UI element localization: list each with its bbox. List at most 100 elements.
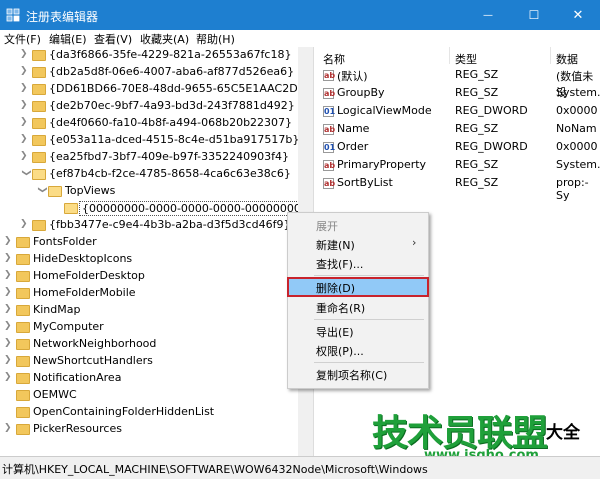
menu-item-export[interactable]: 导出(E) xyxy=(288,322,428,340)
status-path: 计算机\HKEY_LOCAL_MACHINE\SOFTWARE\WOW6432N… xyxy=(2,463,428,476)
expand-arrow-icon[interactable]: ❯ xyxy=(20,100,30,112)
tree-item-label: {ef87b4cb-f2ce-4785-8658-4ca6c63e38c6} xyxy=(49,167,291,180)
menu-item-delete[interactable]: 删除(D) xyxy=(287,277,429,297)
value-type: REG_SZ xyxy=(455,158,499,171)
menu-item-label: 新建(N) xyxy=(316,239,355,252)
folder-icon xyxy=(32,152,46,163)
minimize-button[interactable]: — xyxy=(466,0,510,30)
menu-item-find[interactable]: 查找(F)... xyxy=(288,254,428,272)
expand-arrow-icon[interactable]: ❯ xyxy=(4,270,14,282)
folder-open-icon xyxy=(64,203,78,214)
status-bar: 计算机\HKEY_LOCAL_MACHINE\SOFTWARE\WOW6432N… xyxy=(0,456,600,479)
folder-icon xyxy=(16,254,30,265)
expand-arrow-icon[interactable]: ❯ xyxy=(20,117,30,129)
expand-arrow-icon[interactable]: ❯ xyxy=(4,253,14,265)
expand-arrow-icon[interactable]: ❯ xyxy=(4,372,14,384)
tree-item-label: MyComputer xyxy=(33,320,104,333)
expand-arrow-icon[interactable]: ❯ xyxy=(4,236,14,248)
value-row[interactable]: ab GroupBy REG_SZ System.S xyxy=(317,85,600,102)
column-header-type[interactable]: 类型 xyxy=(455,51,477,67)
expand-arrow-icon[interactable]: ❯ xyxy=(20,151,30,163)
expand-arrow-icon[interactable]: ❯ xyxy=(4,321,14,333)
folder-icon xyxy=(16,390,30,401)
title-bar: 注册表编辑器 — ☐ ✕ xyxy=(0,0,600,30)
expand-arrow-icon[interactable]: ❯ xyxy=(20,134,30,146)
expand-arrow-icon[interactable]: ❯ xyxy=(4,423,14,435)
expand-arrow-icon[interactable]: ❯ xyxy=(20,83,30,95)
expand-arrow-icon[interactable]: ❯ xyxy=(4,287,14,299)
value-data: 0x0000 xyxy=(556,140,598,153)
close-button[interactable]: ✕ xyxy=(556,0,600,30)
menu-file[interactable]: 文件(F) xyxy=(4,31,41,47)
column-header-data[interactable]: 数据 xyxy=(556,51,578,67)
value-data: System.S xyxy=(556,86,600,99)
menu-view[interactable]: 查看(V) xyxy=(94,31,132,47)
tree-item-label: FontsFolder xyxy=(33,235,97,248)
value-row[interactable]: ab Name REG_SZ NoNam xyxy=(317,121,600,138)
folder-icon xyxy=(16,305,30,316)
value-row[interactable]: ab PrimaryProperty REG_SZ System.S xyxy=(317,157,600,174)
column-separator[interactable] xyxy=(449,47,450,64)
tree-item-label: {00000000-0000-0000-0000-000000000000} xyxy=(79,201,313,216)
expand-arrow-icon[interactable]: ❯ xyxy=(20,219,30,231)
value-row[interactable]: ab (默认) REG_SZ (数值未设 xyxy=(317,67,600,99)
menu-edit[interactable]: 编辑(E) xyxy=(49,31,87,47)
value-row[interactable]: ab SortByList REG_SZ prop:-Sy xyxy=(317,175,600,202)
menu-item-label: 权限(P)... xyxy=(316,345,364,358)
menu-item-copy-key-name[interactable]: 复制项名称(C) xyxy=(288,365,428,383)
expand-arrow-icon[interactable]: ❯ xyxy=(20,49,30,61)
tree-item-label: {da3f6866-35fe-4229-821a-26553a67fc18} xyxy=(49,48,292,61)
tree-item-label: {DD61BD66-70E8-48dd-9655-65C5E1AAC2D1} xyxy=(49,82,312,95)
column-header-name[interactable]: 名称 xyxy=(323,51,345,67)
binary-value-icon: 01 xyxy=(323,106,336,117)
folder-icon xyxy=(32,50,46,61)
menu-item-label: 删除(D) xyxy=(316,282,356,295)
submenu-arrow-icon: › xyxy=(412,236,417,249)
folder-icon xyxy=(16,424,30,435)
context-menu: 展开 新建(N) › 查找(F)... 删除(D) 重命名(R) 导出(E) 权… xyxy=(287,212,429,389)
value-row[interactable]: 01 LogicalViewMode REG_DWORD 0x0000 xyxy=(317,103,600,120)
value-data: NoNam xyxy=(556,122,597,135)
tree-item-label: {fbb3477e-c9e4-4b3b-a2ba-d3f5d3cd46f9} xyxy=(49,218,291,231)
folder-icon xyxy=(32,220,46,231)
column-separator[interactable] xyxy=(550,47,551,64)
expand-arrow-icon[interactable]: ❯ xyxy=(20,66,30,78)
tree-item-label: TopViews xyxy=(65,184,116,197)
tree-item-label: KindMap xyxy=(33,303,81,316)
menu-item-new[interactable]: 新建(N) › xyxy=(288,235,428,253)
value-name: PrimaryProperty xyxy=(337,158,427,171)
menu-separator xyxy=(314,275,424,276)
collapse-arrow-icon[interactable]: ❯ xyxy=(19,169,31,179)
menu-item-expand: 展开 xyxy=(288,216,428,234)
menu-item-permissions[interactable]: 权限(P)... xyxy=(288,341,428,359)
value-row[interactable]: 01 Order REG_DWORD 0x0000 xyxy=(317,139,600,156)
expand-arrow-icon[interactable]: ❯ xyxy=(4,355,14,367)
tree-item-label: {de2b70ec-9bf7-4a93-bd3d-243f7881d492} xyxy=(49,99,295,112)
value-data: prop:-Sy xyxy=(556,176,589,202)
key-tree-pane[interactable]: ❯ {da3f6866-35fe-4229-821a-26553a67fc18}… xyxy=(0,47,314,456)
string-value-icon: ab xyxy=(323,124,336,135)
expand-arrow-icon[interactable]: ❯ xyxy=(4,338,14,350)
value-name: Order xyxy=(337,140,369,153)
value-type: REG_DWORD xyxy=(455,104,528,117)
watermark-sub: 大全 xyxy=(546,423,580,443)
tree-item-label: {ea25fbd7-3bf7-409e-b97f-3352240903f4} xyxy=(49,150,289,163)
menu-item-label: 展开 xyxy=(316,220,338,233)
tree-item-label: NewShortcutHandlers xyxy=(33,354,153,367)
menu-item-rename[interactable]: 重命名(R) xyxy=(288,298,428,316)
maximize-button[interactable]: ☐ xyxy=(512,0,556,30)
expand-arrow-icon[interactable]: ❯ xyxy=(4,304,14,316)
close-icon: ✕ xyxy=(572,7,584,23)
collapse-arrow-icon[interactable]: ❯ xyxy=(35,186,47,196)
value-type: REG_SZ xyxy=(455,176,499,189)
menu-favorites[interactable]: 收藏夹(A) xyxy=(140,31,189,47)
string-value-icon: ab xyxy=(323,70,336,81)
menu-help[interactable]: 帮助(H) xyxy=(196,31,235,47)
value-name: SortByList xyxy=(337,176,393,189)
tree-item-label: {e053a11a-dced-4515-8c4e-d51ba917517b} xyxy=(49,133,300,146)
tree-item-label: HomeFolderDesktop xyxy=(33,269,145,282)
value-type: REG_SZ xyxy=(455,122,499,135)
tree-item-label: OEMWC xyxy=(33,388,77,401)
menu-item-label: 导出(E) xyxy=(316,326,354,339)
folder-open-icon xyxy=(48,186,62,197)
